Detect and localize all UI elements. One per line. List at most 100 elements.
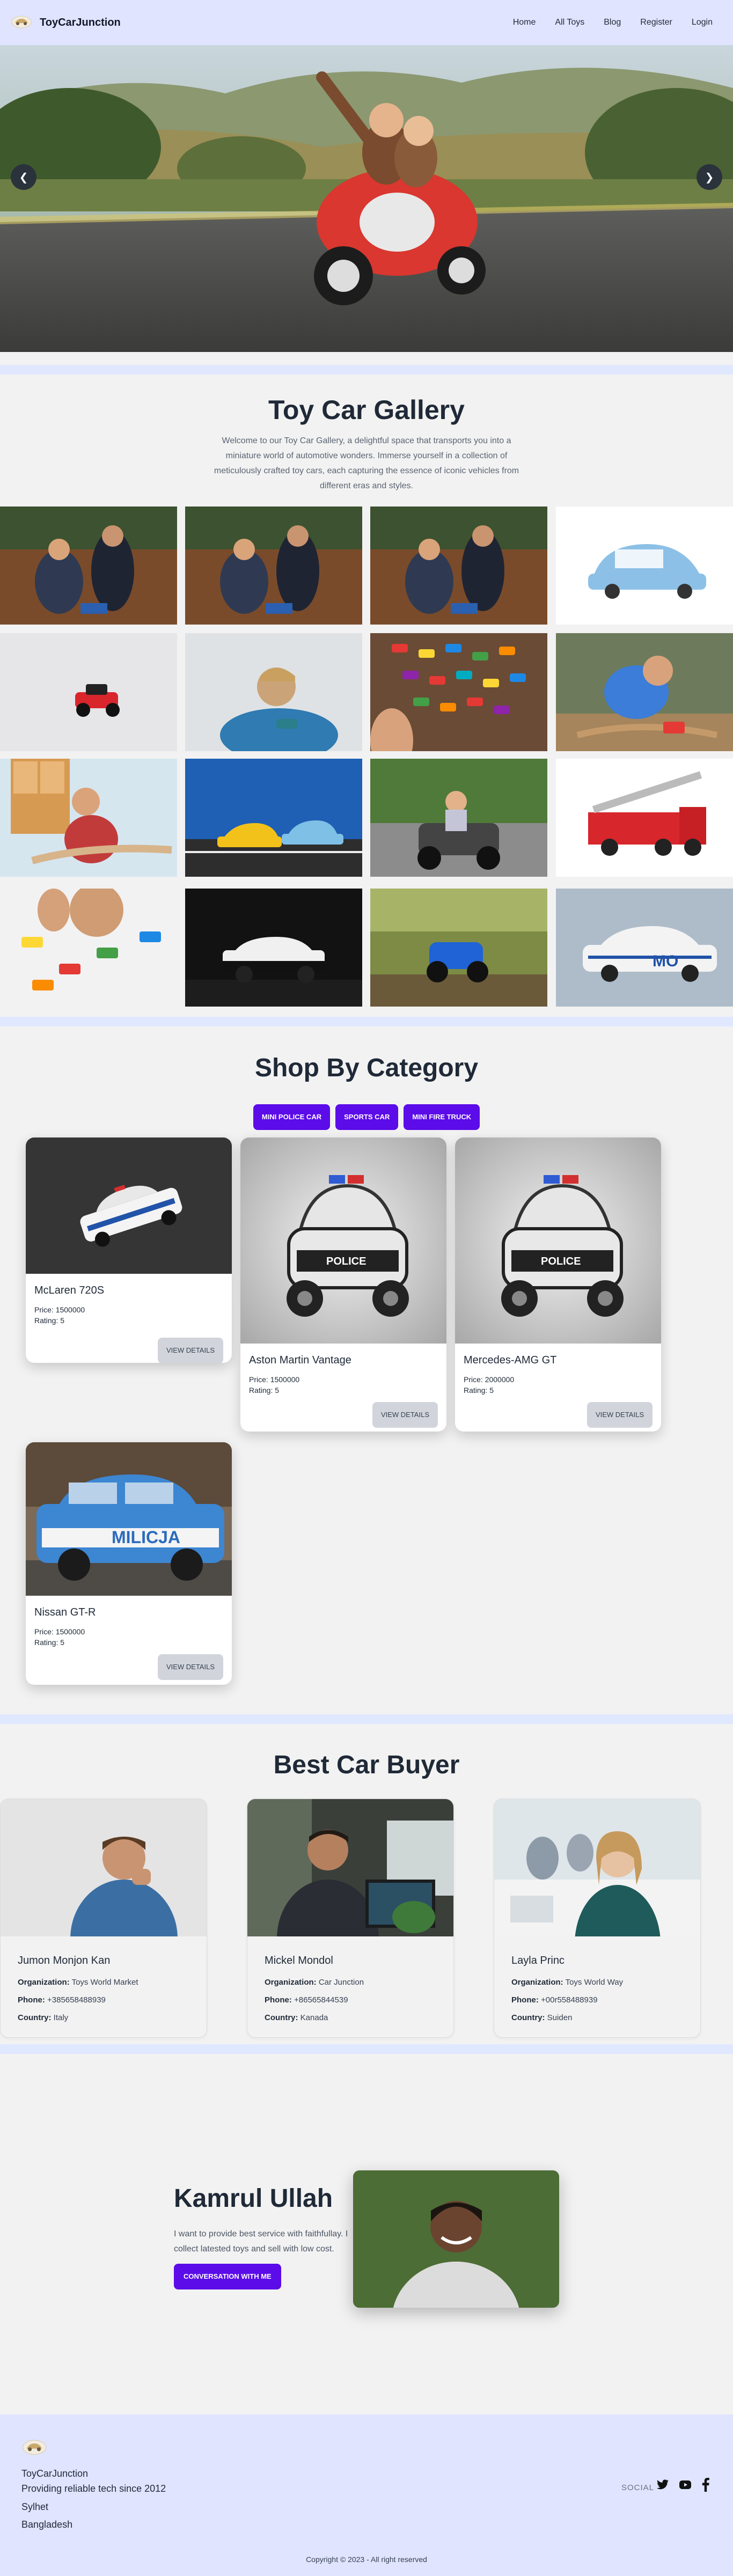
price-label: Price: (34, 1305, 54, 1314)
nav-login[interactable]: Login (682, 12, 722, 33)
car-logo-icon (11, 13, 32, 32)
country-label: Country: (265, 2013, 298, 2022)
product-rating: 5 (275, 1386, 280, 1395)
product-price: 1500000 (270, 1375, 300, 1384)
svg-text:POLICE: POLICE (541, 1256, 581, 1267)
facebook-icon[interactable] (700, 2478, 711, 2494)
phone-label: Phone: (265, 1995, 292, 2005)
shop-title: Shop By Category (254, 1054, 479, 1082)
view-details-button[interactable]: VIEW DETAILS (587, 1402, 653, 1428)
owner-photo (353, 2170, 559, 2308)
product-price: 1500000 (55, 1305, 85, 1314)
product-name: McLaren 720S (34, 1285, 105, 1296)
gallery-image (370, 633, 547, 751)
nav-blog[interactable]: Blog (594, 12, 631, 33)
twitter-icon[interactable] (655, 2478, 670, 2494)
gallery-intro: Welcome to our Toy Car Gallery, a deligh… (214, 436, 519, 490)
nav-menu: Home All Toys Blog Register Login (503, 12, 722, 33)
org-label: Organization: (511, 1978, 563, 1987)
product-price: 2000000 (485, 1375, 515, 1384)
footer-brand: ToyCarJunction (21, 2468, 89, 2479)
gallery-image (0, 759, 177, 877)
brand-name: ToyCarJunction (40, 16, 121, 28)
buyer-photo (1, 1799, 207, 1936)
phone-label: Phone: (18, 1995, 45, 2005)
hero-image (0, 45, 733, 352)
buyer-country: Italy (53, 2013, 69, 2022)
tab-sports-car[interactable]: SPORTS CAR (335, 1104, 399, 1130)
owner-name: Kamrul Ullah (174, 2184, 333, 2213)
product-card: MILICJA Nissan GT-R Price: 1500000 Ratin… (26, 1442, 232, 1685)
product-name: Aston Martin Vantage (249, 1354, 351, 1366)
product-rating: 5 (60, 1316, 65, 1325)
brand[interactable]: ToyCarJunction (11, 13, 121, 32)
section-divider (0, 1714, 733, 1724)
gallery-image (556, 633, 733, 751)
product-rating: 5 (60, 1638, 65, 1647)
footer-logo-icon (21, 2437, 47, 2459)
svg-text:POLICE: POLICE (326, 1256, 366, 1267)
svg-text:MO: MO (653, 952, 678, 970)
hero-carousel: ❮ ❯ (0, 45, 733, 352)
tab-mini-fire-truck[interactable]: MINI FIRE TRUCK (404, 1104, 480, 1130)
section-divider (0, 1017, 733, 1026)
tab-mini-police-car[interactable]: MINI POLICE CAR (253, 1104, 331, 1130)
product-image: POLICE (240, 1137, 446, 1344)
footer-tagline: Providing reliable tech since 2012 (21, 2483, 166, 2494)
buyer-phone: +00r558488939 (541, 1995, 598, 2005)
gallery-title: Toy Car Gallery (268, 395, 465, 425)
buyer-card: Jumon Monjon Kan Organization: Toys Worl… (0, 1799, 207, 2038)
country-label: Country: (18, 2013, 52, 2022)
country-label: Country: (511, 2013, 545, 2022)
buyer-name: Mickel Mondol (265, 1955, 333, 1966)
footer: ToyCarJunction Providing reliable tech s… (0, 2414, 733, 2576)
view-details-button[interactable]: VIEW DETAILS (157, 1654, 223, 1680)
gallery-image (185, 759, 362, 877)
view-details-button[interactable]: VIEW DETAILS (157, 1338, 223, 1363)
view-details-button[interactable]: VIEW DETAILS (372, 1402, 438, 1428)
social-label: SOCIAL (621, 2483, 655, 2492)
buyer-name: Layla Princ (511, 1955, 565, 1966)
phone-label: Phone: (511, 1995, 539, 2005)
buyer-card: Mickel Mondol Organization: Car Junction… (247, 1799, 454, 2038)
price-label: Price: (34, 1627, 54, 1636)
gallery-image (556, 507, 733, 625)
section-divider (0, 365, 733, 375)
product-image: POLICE (455, 1137, 661, 1344)
buyer-phone: +385658488939 (47, 1995, 106, 2005)
buyer-country: Suiden (547, 2013, 573, 2022)
gallery-image (370, 759, 547, 877)
rating-label: Rating: (34, 1316, 58, 1325)
conversation-button[interactable]: CONVERSATION WITH ME (174, 2264, 281, 2289)
gallery-image (0, 633, 177, 751)
rating-label: Rating: (249, 1386, 273, 1395)
svg-text:MILICJA: MILICJA (112, 1528, 180, 1547)
product-price: 1500000 (55, 1627, 85, 1636)
rating-label: Rating: (34, 1638, 58, 1647)
gallery-image (185, 633, 362, 751)
buyer-organization: Toys World Market (71, 1978, 138, 1987)
nav-all-toys[interactable]: All Toys (545, 12, 594, 33)
copyright: Copyright © 2023 - All right reserved (306, 2555, 427, 2564)
price-label: Price: (464, 1375, 483, 1384)
footer-country: Bangladesh (21, 2519, 73, 2530)
org-label: Organization: (265, 1978, 317, 1987)
youtube-icon[interactable] (678, 2478, 693, 2494)
product-rating: 5 (489, 1386, 494, 1395)
buyer-name: Jumon Monjon Kan (18, 1955, 111, 1966)
nav-home[interactable]: Home (503, 12, 546, 33)
gallery-image (185, 507, 362, 625)
product-name: Mercedes-AMG GT (464, 1354, 557, 1366)
rating-label: Rating: (464, 1386, 488, 1395)
buyers-title: Best Car Buyer (273, 1751, 460, 1779)
social-links (655, 2478, 711, 2494)
buyer-card: Layla Princ Organization: Toys World Way… (494, 1799, 701, 2038)
carousel-next-button[interactable]: ❯ (697, 164, 722, 190)
nav-register[interactable]: Register (631, 12, 682, 33)
org-label: Organization: (18, 1978, 70, 1987)
gallery-image: MO (556, 889, 733, 1007)
product-image (26, 1137, 232, 1274)
gallery-image (556, 759, 733, 877)
carousel-prev-button[interactable]: ❮ (11, 164, 36, 190)
navbar: ToyCarJunction Home All Toys Blog Regist… (0, 0, 733, 45)
